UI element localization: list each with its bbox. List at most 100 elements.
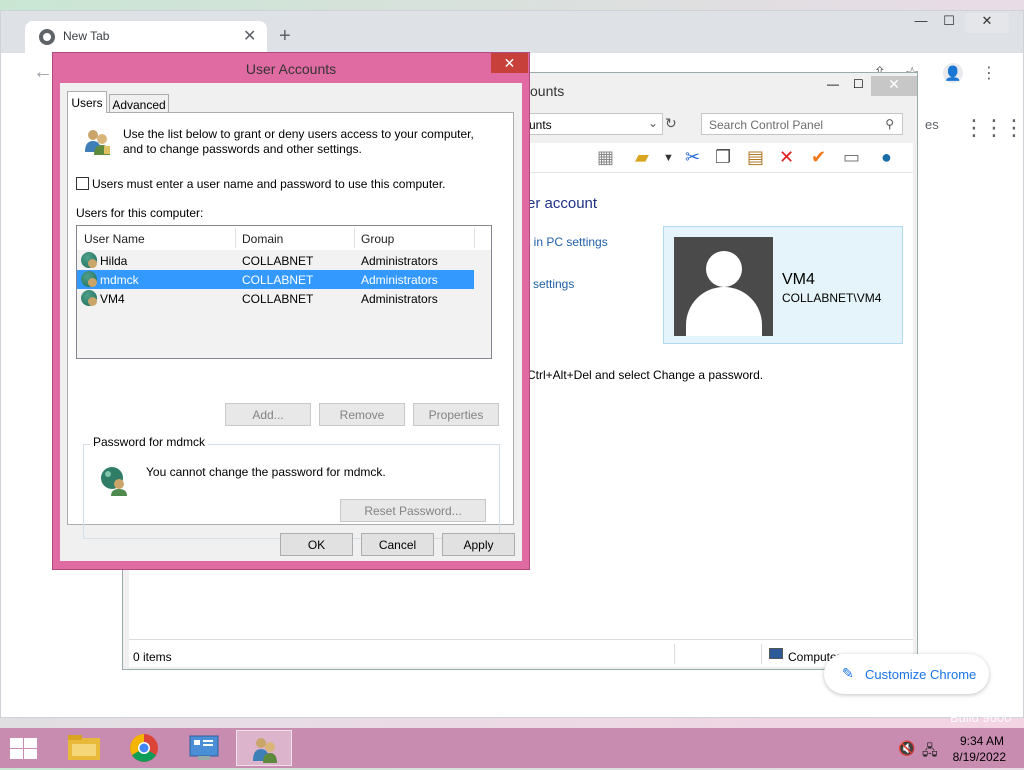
build-watermark: Build 9600 [950, 710, 1012, 725]
apps-grid-icon[interactable]: ⋮⋮⋮ [963, 115, 1024, 141]
user-card: VM4 COLLABNET\VM4 [663, 226, 903, 344]
clock-time[interactable]: 9:34 AM [956, 734, 1004, 748]
close-button[interactable]: ✕ [965, 13, 1009, 33]
column-header-group[interactable]: Group [361, 232, 394, 246]
address-bar[interactable]: unts ⌄ [525, 113, 663, 135]
maximize-button[interactable]: ☐ [935, 13, 963, 33]
password-group-label: Password for mdmck [90, 435, 209, 449]
taskbar-file-explorer[interactable] [56, 730, 112, 766]
clock-date[interactable]: 8/19/2022 [952, 750, 1006, 764]
maximize-button[interactable]: ☐ [853, 77, 864, 91]
change-password-hint: Ctrl+Alt+Del and select Change a passwor… [527, 368, 764, 382]
tab-title: New Tab [63, 29, 110, 43]
close-button[interactable]: ✕ [871, 76, 917, 96]
address-text: unts [529, 118, 552, 132]
list-header: User Name Domain Group [77, 226, 491, 250]
apply-button[interactable]: Apply [442, 533, 515, 556]
column-header-user-name[interactable]: User Name [84, 232, 145, 246]
settings-link[interactable]: l settings [527, 277, 574, 291]
password-message: You cannot change the password for mdmck… [146, 465, 386, 479]
chrome-icon [130, 734, 158, 762]
column-divider[interactable] [235, 228, 236, 248]
row-domain: COLLABNET [242, 292, 314, 306]
customize-chrome-button[interactable]: ✎ Customize Chrome [824, 654, 989, 694]
folder-icon [68, 735, 100, 760]
speaker-muted-icon[interactable]: 🔇 [898, 740, 915, 757]
row-user-name: VM4 [100, 292, 125, 306]
tab-advanced[interactable]: Advanced [109, 94, 169, 113]
avatar [674, 237, 773, 336]
chevron-down-icon[interactable]: ▼ [663, 152, 674, 164]
close-button[interactable]: ✕ [491, 53, 528, 73]
minimize-button[interactable]: — [907, 13, 935, 33]
user-icon [81, 290, 97, 306]
layout-icon[interactable]: ▦ [597, 147, 614, 168]
user-icon [81, 252, 97, 268]
chevron-down-icon[interactable]: ⌄ [648, 116, 658, 130]
taskbar-chrome[interactable] [116, 730, 172, 766]
control-panel-icon [189, 735, 219, 760]
add-user-button[interactable]: Add... [225, 403, 311, 426]
properties-button[interactable]: Properties [413, 403, 499, 426]
computer-icon [769, 648, 783, 659]
properties-icon[interactable]: ▭ [843, 147, 860, 168]
cut-icon[interactable]: ✂ [685, 147, 700, 168]
user-card-domain: COLLABNET\VM4 [782, 291, 882, 305]
row-group: Administrators [361, 292, 438, 306]
users-tab-panel: Use the list below to grant or deny user… [67, 112, 514, 539]
minimize-button[interactable]: — [827, 77, 839, 91]
start-button[interactable] [8, 736, 38, 760]
cancel-button[interactable]: Cancel [361, 533, 434, 556]
delete-icon[interactable]: ✕ [779, 147, 794, 168]
search-placeholder: Search Control Panel [709, 118, 824, 132]
taskbar-user-accounts[interactable] [236, 730, 292, 766]
pc-settings-link[interactable]: t in PC settings [527, 235, 608, 249]
paste-icon[interactable]: ▤ [747, 147, 764, 168]
reset-password-button[interactable]: Reset Password... [340, 499, 486, 522]
column-divider[interactable] [474, 228, 475, 248]
menu-icon[interactable]: ⋮ [981, 63, 997, 83]
taskbar-control-panel[interactable] [176, 730, 232, 766]
must-enter-checkbox[interactable] [76, 177, 89, 190]
row-domain: COLLABNET [242, 254, 314, 268]
dialog-title: User Accounts [245, 61, 337, 77]
row-group: Administrators [361, 254, 438, 268]
table-row[interactable]: Hilda COLLABNET Administrators [77, 251, 474, 270]
pencil-icon: ✎ [842, 665, 854, 681]
shell-icon[interactable]: ● [881, 147, 892, 168]
tab-close-icon[interactable]: ✕ [243, 26, 256, 46]
users-list-label: Users for this computer: [76, 206, 204, 220]
new-tab-button[interactable]: + [279, 25, 291, 48]
item-count: 0 items [133, 650, 172, 664]
row-domain: COLLABNET [242, 273, 314, 287]
table-row[interactable]: mdmck COLLABNET Administrators [77, 270, 474, 289]
users-list[interactable]: User Name Domain Group Hilda COLLABNET A… [76, 225, 492, 359]
search-icon: ⚲ [885, 117, 894, 131]
profile-icon[interactable]: 👤 [943, 63, 963, 83]
must-enter-label[interactable]: Users must enter a user name and passwor… [92, 177, 446, 191]
apps-label: es [925, 117, 939, 132]
dialog-body: Users Advanced Use the list below to gra… [60, 83, 522, 561]
search-input[interactable]: Search Control Panel ⚲ [701, 113, 903, 135]
refresh-icon[interactable]: ↻ [665, 115, 677, 132]
taskbar: 🔇 🖧 9:34 AM 8/19/2022 [0, 728, 1024, 768]
users-icon [85, 130, 110, 155]
copy-icon[interactable]: ❐ [715, 147, 731, 168]
page-title: er account [527, 195, 598, 212]
tab-users[interactable]: Users [67, 91, 107, 113]
column-header-domain[interactable]: Domain [242, 232, 283, 246]
tab-new-tab[interactable]: New Tab ✕ [25, 21, 267, 53]
windows-logo-icon [10, 738, 23, 748]
user-icon [81, 271, 97, 287]
column-divider[interactable] [354, 228, 355, 248]
chrome-titlebar: New Tab ✕ + — ☐ ✕ [1, 11, 1023, 53]
table-row[interactable]: VM4 COLLABNET Administrators [77, 289, 474, 308]
network-icon[interactable]: 🖧 [922, 740, 938, 764]
users-icon [253, 738, 277, 763]
back-icon[interactable]: ← [33, 61, 53, 84]
folder-icon[interactable]: ▰ [635, 147, 649, 168]
ok-button[interactable]: OK [280, 533, 353, 556]
checkmark-icon[interactable]: ✔ [811, 147, 826, 168]
remove-user-button[interactable]: Remove [319, 403, 405, 426]
customize-chrome-label: Customize Chrome [865, 667, 977, 682]
